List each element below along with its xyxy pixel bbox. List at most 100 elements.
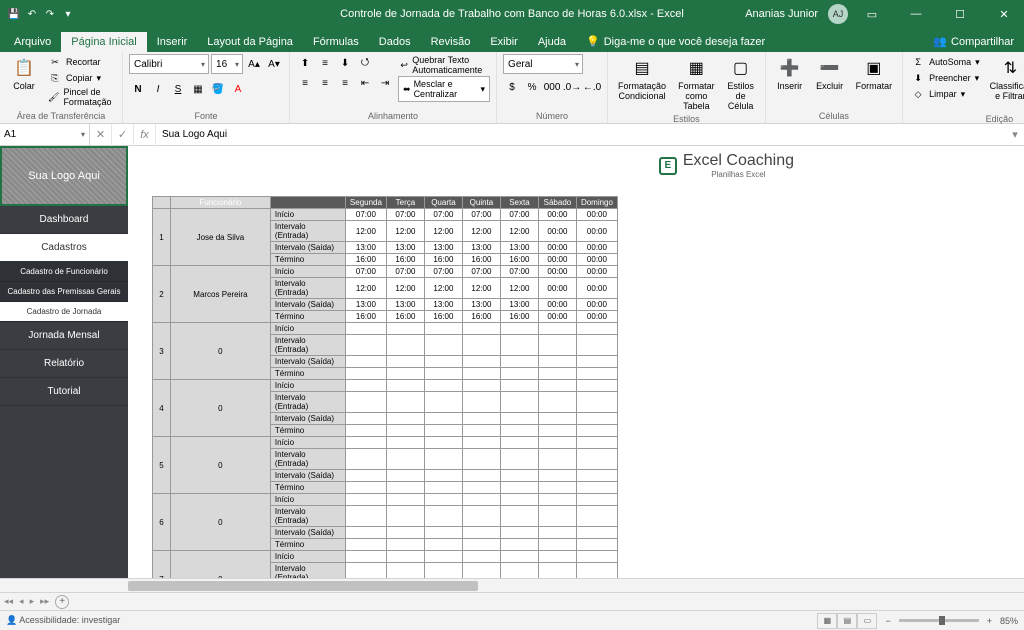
accessibility-status[interactable]: 👤 Acessibilidade: investigar [6, 615, 120, 626]
increase-font-icon[interactable]: A▴ [245, 55, 263, 73]
sort-filter-button[interactable]: ⇅Classificar e Filtrar [986, 54, 1024, 104]
conditional-formatting-button[interactable]: ▤Formatação Condicional [614, 54, 670, 104]
zoom-out-button[interactable]: − [885, 616, 890, 626]
orientation-icon[interactable]: ⭯ [356, 54, 374, 72]
undo-icon[interactable]: ↶ [26, 8, 38, 20]
view-layout-icon[interactable]: ▤ [837, 613, 857, 629]
decrease-indent-icon[interactable]: ⇤ [356, 74, 374, 92]
minimize-icon[interactable]: — [896, 0, 936, 28]
sheet-nav-next-icon[interactable]: ▸ [30, 596, 35, 607]
tab-ajuda[interactable]: Ajuda [528, 32, 576, 52]
align-left-icon[interactable]: ≡ [296, 74, 314, 92]
jornada-table[interactable]: FuncionárioSegundaTerçaQuartaQuintaSexta… [152, 196, 618, 578]
insert-function-icon[interactable]: fx [134, 124, 156, 146]
sidebar-sub-funcionario[interactable]: Cadastro de Funcionário [0, 262, 128, 282]
underline-button[interactable]: S [169, 80, 187, 98]
align-bottom-icon[interactable]: ⬇ [336, 54, 354, 72]
tell-me[interactable]: 💡 Diga-me o que você deseja fazer [576, 31, 775, 52]
align-top-icon[interactable]: ⬆ [296, 54, 314, 72]
tab-layout[interactable]: Layout da Página [197, 32, 303, 52]
sheet-nav-first-icon[interactable]: ◂◂ [4, 596, 13, 607]
view-pagebreak-icon[interactable]: ▭ [857, 613, 877, 629]
add-sheet-button[interactable]: + [55, 595, 69, 609]
insert-cells-button[interactable]: ➕Inserir [772, 54, 808, 94]
name-box[interactable]: A1 [0, 124, 90, 145]
formula-input[interactable]: Sua Logo Aqui [156, 129, 1006, 140]
wrap-text-button[interactable]: ↩Quebrar Texto Automaticamente [398, 54, 490, 76]
sidebar-item-cadastros[interactable]: Cadastros [0, 234, 128, 262]
tab-inserir[interactable]: Inserir [147, 32, 198, 52]
horizontal-scrollbar[interactable] [0, 578, 1024, 592]
sheet-nav-prev-icon[interactable]: ◂ [19, 596, 24, 607]
save-icon[interactable]: 💾 [8, 8, 20, 20]
tab-exibir[interactable]: Exibir [480, 32, 528, 52]
decrease-decimal-icon[interactable]: ←.0 [583, 78, 601, 96]
view-normal-icon[interactable]: ▦ [817, 613, 837, 629]
expand-formula-icon[interactable]: ▾ [1006, 128, 1024, 141]
table-row[interactable]: 60Início [153, 494, 618, 506]
sidebar-item-relatorio[interactable]: Relatório [0, 350, 128, 378]
border-button[interactable]: ▦ [189, 80, 207, 98]
table-row[interactable]: 40Início [153, 380, 618, 392]
share-button[interactable]: 👥 Compartilhar [923, 31, 1024, 52]
italic-button[interactable]: I [149, 80, 167, 98]
font-name-combo[interactable]: Calibri [129, 54, 209, 74]
enter-formula-icon[interactable]: ✓ [112, 124, 134, 146]
zoom-slider[interactable] [899, 619, 979, 622]
maximize-icon[interactable]: ☐ [940, 0, 980, 28]
align-right-icon[interactable]: ≡ [336, 74, 354, 92]
clear-button[interactable]: ◇Limpar ▾ [909, 86, 982, 102]
table-row[interactable]: 70Início [153, 551, 618, 563]
font-size-combo[interactable]: 16 [211, 54, 243, 74]
table-row[interactable]: 1Jose da SilvaInício07:0007:0007:0007:00… [153, 209, 618, 221]
ribbon-options-icon[interactable]: ▭ [852, 0, 892, 28]
user-name[interactable]: Ananias Junior [745, 8, 818, 20]
qat-more-icon[interactable]: ▾ [62, 8, 74, 20]
cut-button[interactable]: ✂Recortar [46, 54, 116, 70]
currency-icon[interactable]: $ [503, 78, 521, 96]
number-format-combo[interactable]: Geral [503, 54, 583, 74]
sheet-area[interactable]: E Excel Coaching Planilhas Excel Funcion… [128, 146, 1024, 578]
align-center-icon[interactable]: ≡ [316, 74, 334, 92]
tab-dados[interactable]: Dados [369, 32, 421, 52]
table-row[interactable]: 50Início [153, 437, 618, 449]
thousands-icon[interactable]: 000 [543, 78, 561, 96]
close-icon[interactable]: ✕ [984, 0, 1024, 28]
copy-button[interactable]: ⎘Copiar ▾ [46, 70, 116, 86]
table-row[interactable]: 30Início [153, 323, 618, 335]
zoom-in-button[interactable]: + [987, 616, 992, 626]
autosum-button[interactable]: ΣAutoSoma ▾ [909, 54, 982, 70]
format-painter-button[interactable]: 🖌Pincel de Formatação [46, 86, 116, 108]
redo-icon[interactable]: ↷ [44, 8, 56, 20]
table-row[interactable]: 2Marcos PereiraInício07:0007:0007:0007:0… [153, 266, 618, 278]
delete-cells-button[interactable]: ➖Excluir [812, 54, 848, 94]
sidebar-sub-premissas[interactable]: Cadastro das Premissas Gerais [0, 282, 128, 302]
sidebar-item-jornada-mensal[interactable]: Jornada Mensal [0, 322, 128, 350]
tab-arquivo[interactable]: Arquivo [4, 32, 61, 52]
format-cells-button[interactable]: ▣Formatar [852, 54, 897, 94]
decrease-font-icon[interactable]: A▾ [265, 55, 283, 73]
tab-pagina-inicial[interactable]: Página Inicial [61, 32, 146, 52]
align-middle-icon[interactable]: ≡ [316, 54, 334, 72]
cancel-formula-icon[interactable]: ✕ [90, 124, 112, 146]
tab-formulas[interactable]: Fórmulas [303, 32, 369, 52]
percent-icon[interactable]: % [523, 78, 541, 96]
bold-button[interactable]: N [129, 80, 147, 98]
format-as-table-button[interactable]: ▦Formatar como Tabela [674, 54, 719, 114]
increase-indent-icon[interactable]: ⇥ [376, 74, 394, 92]
avatar[interactable]: AJ [828, 4, 848, 24]
zoom-level[interactable]: 85% [1000, 616, 1018, 626]
sidebar-sub-jornada[interactable]: Cadastro de Jornada [0, 302, 128, 322]
increase-decimal-icon[interactable]: .0→ [563, 78, 581, 96]
sheet-nav-last-icon[interactable]: ▸▸ [40, 596, 49, 607]
fill-button[interactable]: ⬇Preencher ▾ [909, 70, 982, 86]
logo-placeholder[interactable]: Sua Logo Aqui [0, 146, 128, 206]
tab-revisao[interactable]: Revisão [421, 32, 481, 52]
font-color-button[interactable]: A [229, 80, 247, 98]
fill-color-button[interactable]: 🪣 [209, 80, 227, 98]
cell-styles-button[interactable]: ▢Estilos de Célula [723, 54, 759, 114]
paste-button[interactable]: 📋 Colar [6, 54, 42, 94]
sidebar-item-tutorial[interactable]: Tutorial [0, 378, 128, 406]
sidebar-item-dashboard[interactable]: Dashboard [0, 206, 128, 234]
merge-center-button[interactable]: ⬌Mesclar e Centralizar ▾ [398, 76, 490, 102]
